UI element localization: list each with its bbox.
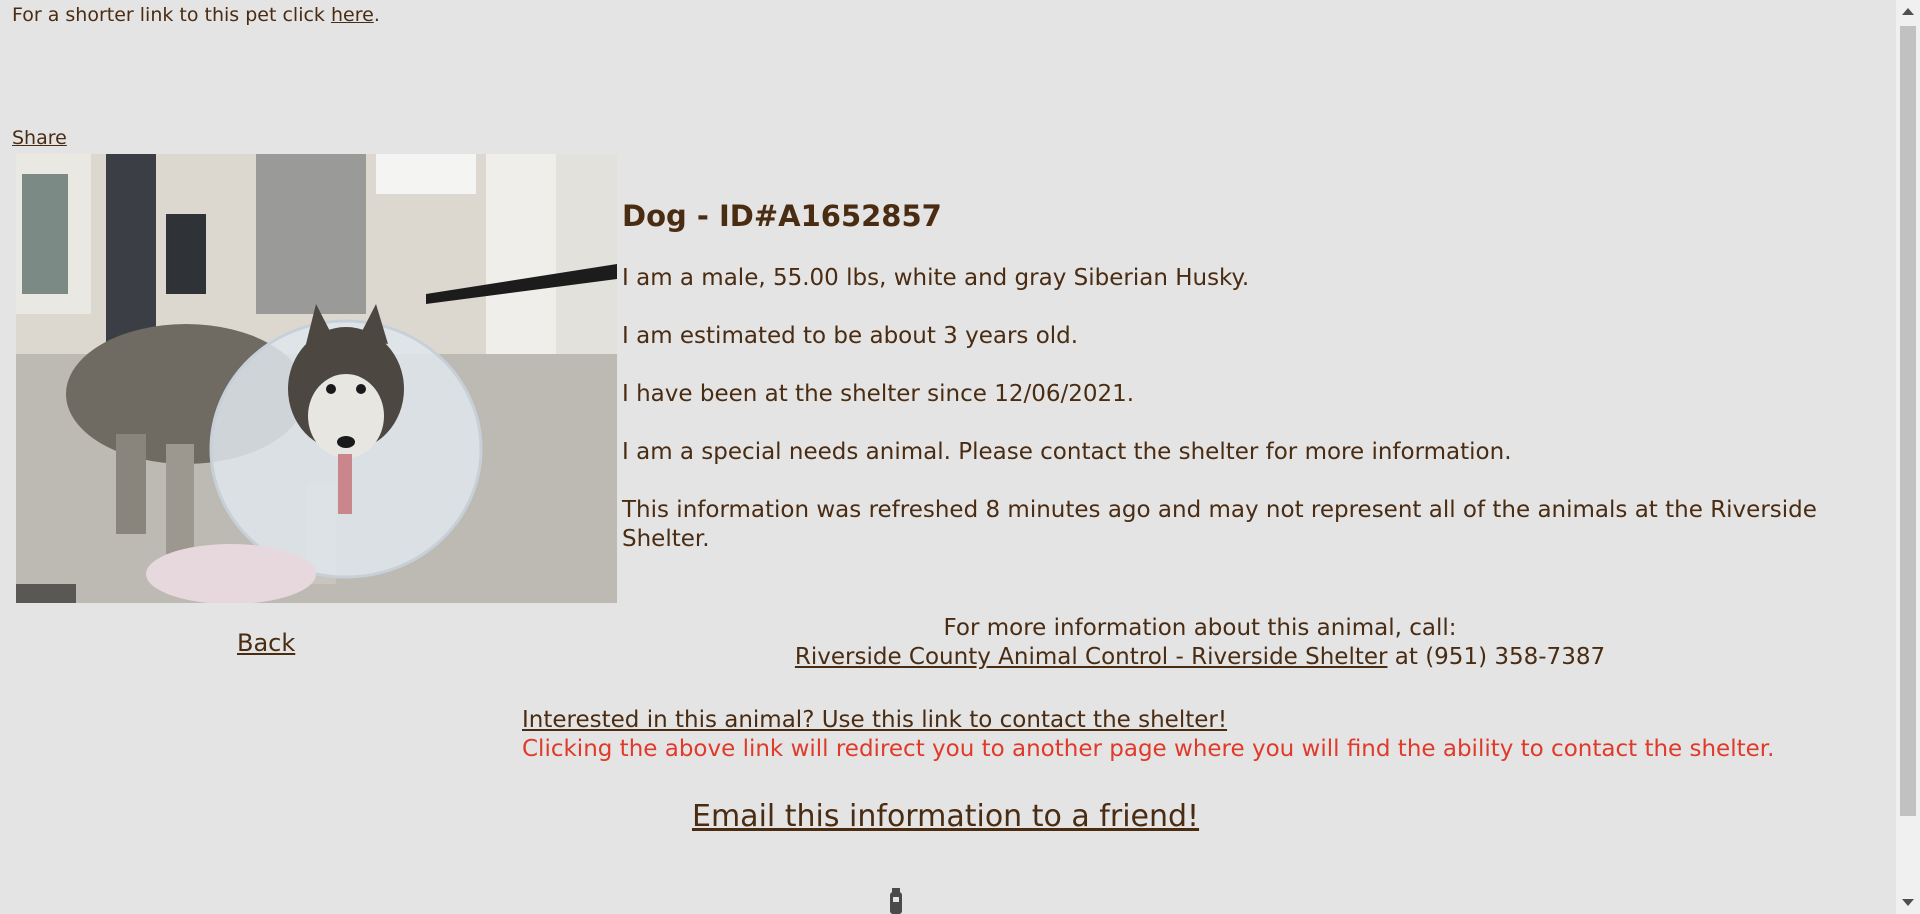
scroll-down-arrow-icon[interactable] — [1902, 899, 1914, 906]
contact-redirect-note: Clicking the above link will redirect yo… — [522, 736, 1775, 762]
email-friend-link[interactable]: Email this information to a friend! — [692, 798, 1199, 836]
short-link-line: For a shorter link to this pet click her… — [12, 3, 380, 27]
pet-detail-page: For a shorter link to this pet click her… — [0, 0, 1896, 914]
short-link-here[interactable]: here — [331, 4, 374, 26]
scroll-up-arrow-icon[interactable] — [1902, 8, 1914, 15]
refresh-note: This information was refreshed 8 minutes… — [622, 497, 1817, 552]
shelter-phone: at (951) 358-7387 — [1387, 644, 1606, 670]
page-scrollbar[interactable] — [1896, 0, 1920, 914]
animal-description: I am a male, 55.00 lbs, white and gray S… — [622, 265, 1250, 291]
animal-details: Dog - ID#A1652857 I am a male, 55.00 lbs… — [622, 196, 1892, 583]
scroll-thumb[interactable] — [1900, 26, 1916, 816]
pet-photo — [16, 154, 617, 603]
short-link-suffix: . — [373, 4, 380, 26]
contact-shelter-link[interactable]: Interested in this animal? Use this link… — [522, 707, 1227, 733]
more-info-block: For more information about this animal, … — [600, 614, 1800, 672]
short-link-prefix: For a shorter link to this pet click — [12, 4, 331, 26]
animal-special-needs: I am a special needs animal. Please cont… — [622, 439, 1512, 465]
animal-since: I have been at the shelter since 12/06/2… — [622, 381, 1135, 407]
share-link[interactable]: Share — [12, 126, 67, 150]
shelter-link[interactable]: Riverside County Animal Control - Rivers… — [795, 644, 1388, 670]
back-link[interactable]: Back — [237, 628, 295, 658]
contact-block: Interested in this animal? Use this link… — [522, 706, 1774, 764]
spinner-icon — [890, 888, 902, 914]
shelter-contact-line: Riverside County Animal Control - Rivers… — [600, 643, 1800, 672]
more-info-line: For more information about this animal, … — [943, 615, 1457, 641]
animal-heading: Dog - ID#A1652857 — [622, 199, 942, 233]
animal-age: I am estimated to be about 3 years old. — [622, 323, 1079, 349]
